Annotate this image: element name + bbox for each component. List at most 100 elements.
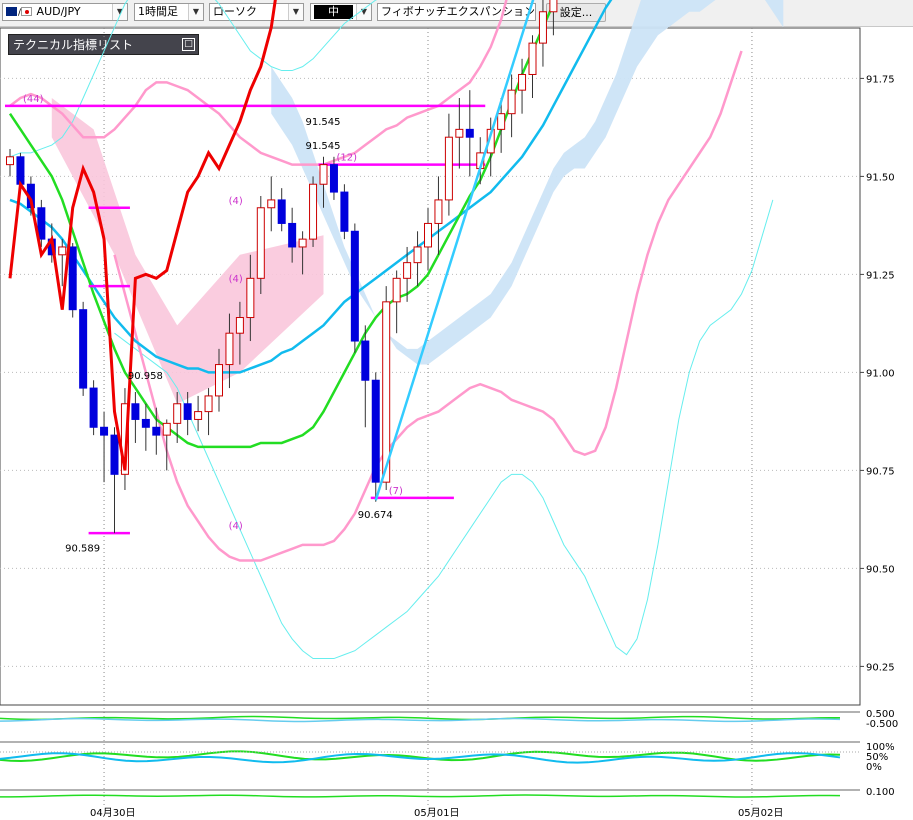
candle [68,243,77,318]
candle-body [277,199,286,224]
candle [371,372,380,502]
timeframe-select[interactable]: 1時間足 ▼ [134,3,204,21]
candle-body [173,403,182,424]
candle-body [79,309,88,389]
level-line-label: (7) [389,486,403,497]
candle-body [110,434,119,475]
timeframe-label: 1時間足 [138,5,178,18]
candle [465,90,474,177]
candle-body [528,42,537,75]
candle [444,113,453,216]
candle [235,301,244,365]
japan-flag-icon [21,7,33,16]
candle [267,176,276,232]
symbol-select[interactable]: / AUD/JPY ▼ [2,3,128,21]
y-tick-label: 91.00 [866,368,895,379]
candle [528,35,537,98]
candle [58,239,67,287]
candle [6,148,14,177]
candle-body [37,207,46,240]
level-line-label: (4) [229,196,243,207]
candle-body [225,332,234,366]
line-width-label: 中 [314,5,353,19]
candle-body [434,199,443,224]
candle [434,176,443,255]
bollinger-inner-lower [113,50,743,562]
ichimoku-cloud [271,0,784,365]
candle [120,388,129,490]
chevron-down-icon: ▼ [112,4,127,20]
price-chart[interactable]: 93.54093.5093.2593.0092.7592.5092.2592.0… [0,0,913,820]
candle-body [413,246,422,264]
level-line-label: (4) [229,274,243,285]
candle [100,411,109,483]
candle [403,246,412,302]
candle-body [131,403,140,420]
candle-body [58,246,67,256]
candle-body [68,246,77,311]
volatility-line [0,794,841,798]
candle [183,392,192,436]
candle-body [141,418,150,428]
candle-body [371,379,380,483]
candle [455,98,464,169]
candle-body [340,191,349,232]
y-tick-label: 90.75 [866,466,895,477]
candle-body [183,403,192,420]
sub-panel-tick-label: -0.500 [866,719,898,730]
plot-frame [0,27,861,706]
candle [361,325,370,428]
level-line-label: (44) [23,94,44,105]
candle [476,137,485,185]
oscillator-signal-line [0,717,841,723]
price-annotation: 90.958 [128,371,163,382]
candle-body [162,422,171,436]
settings-button[interactable]: 設定... [546,3,606,22]
candle [79,301,88,396]
candle [518,58,527,114]
panel-toggle-button[interactable]: □ [182,38,195,51]
candle [382,286,391,490]
candle-body [455,128,464,138]
stochastic-d-line [0,752,841,764]
candle [246,254,255,342]
bollinger-outer-lower [114,199,774,660]
candle-body [288,222,297,248]
candle [89,380,98,436]
lagging-span-line [8,0,277,471]
y-tick-label: 90.50 [866,564,895,575]
sub-panel-tick-label: 0.100 [866,787,895,798]
candle-body [444,136,453,201]
candle [277,188,286,232]
candle-body [267,199,276,209]
australia-flag-icon [6,7,17,16]
candle-body [382,301,391,483]
oscillator-line [0,715,841,721]
candle [256,196,265,294]
candle-body [47,238,56,256]
chart-style-select[interactable]: ローソク ▼ [209,3,304,21]
candle [340,184,349,240]
indicator-list-panel[interactable]: テクニカル指標リスト □ [8,34,199,55]
indicator-list-title: テクニカル指標リスト [13,38,134,52]
y-tick-label: 90.25 [866,662,895,673]
x-tick-label: 04月30日 [90,807,135,819]
level-line-label: (4) [229,521,243,532]
line-width-select[interactable]: 中 ▼ [310,3,372,21]
price-annotation: 91.545 [306,141,341,152]
candle-body [403,262,412,279]
analysis-tool-field[interactable]: フィボナッチエクスパンション [377,3,536,21]
candle-body [476,152,485,170]
price-annotation: 91.545 [306,117,341,128]
price-annotation: 90.674 [358,510,393,521]
candle-body [392,277,401,303]
candle [26,176,35,216]
candle-body [486,128,495,154]
candle [162,419,171,471]
candle [497,98,506,153]
candle-body [194,411,203,420]
candle-body [26,183,35,209]
candle-body [16,156,25,185]
candle-body [120,403,129,475]
level-line-label: (12) [337,153,358,164]
